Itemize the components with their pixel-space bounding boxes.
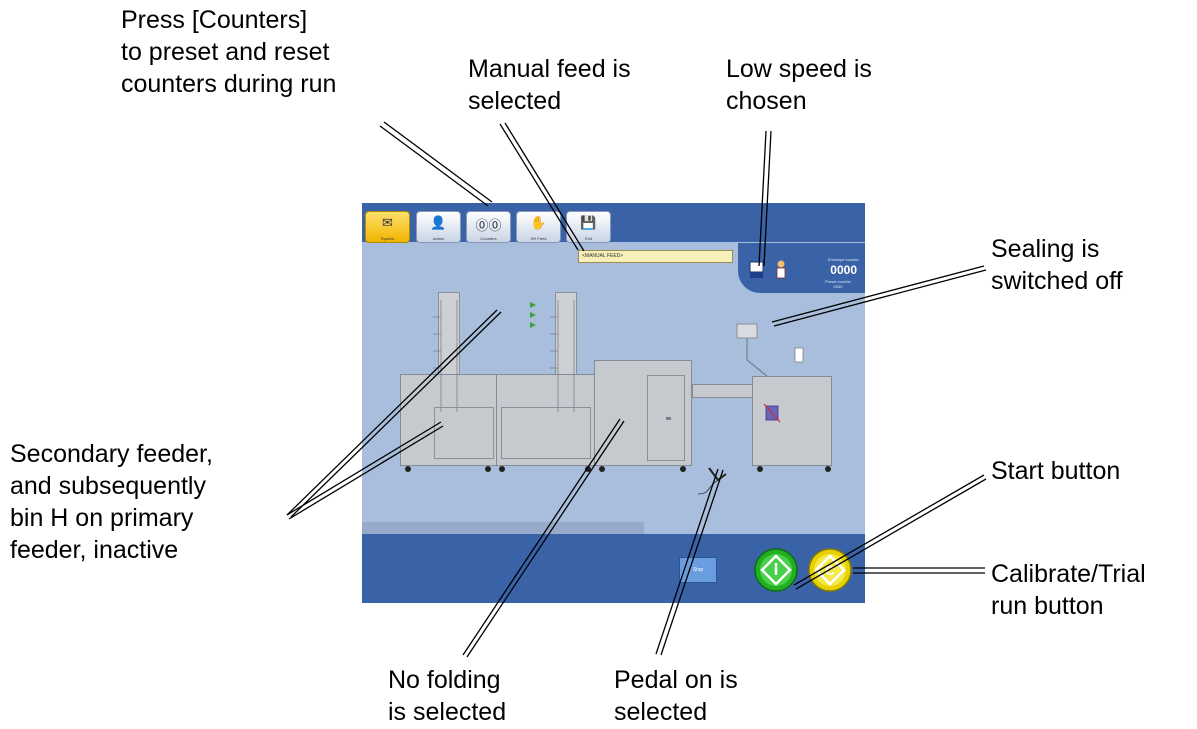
callout-leaders	[286, 121, 987, 658]
